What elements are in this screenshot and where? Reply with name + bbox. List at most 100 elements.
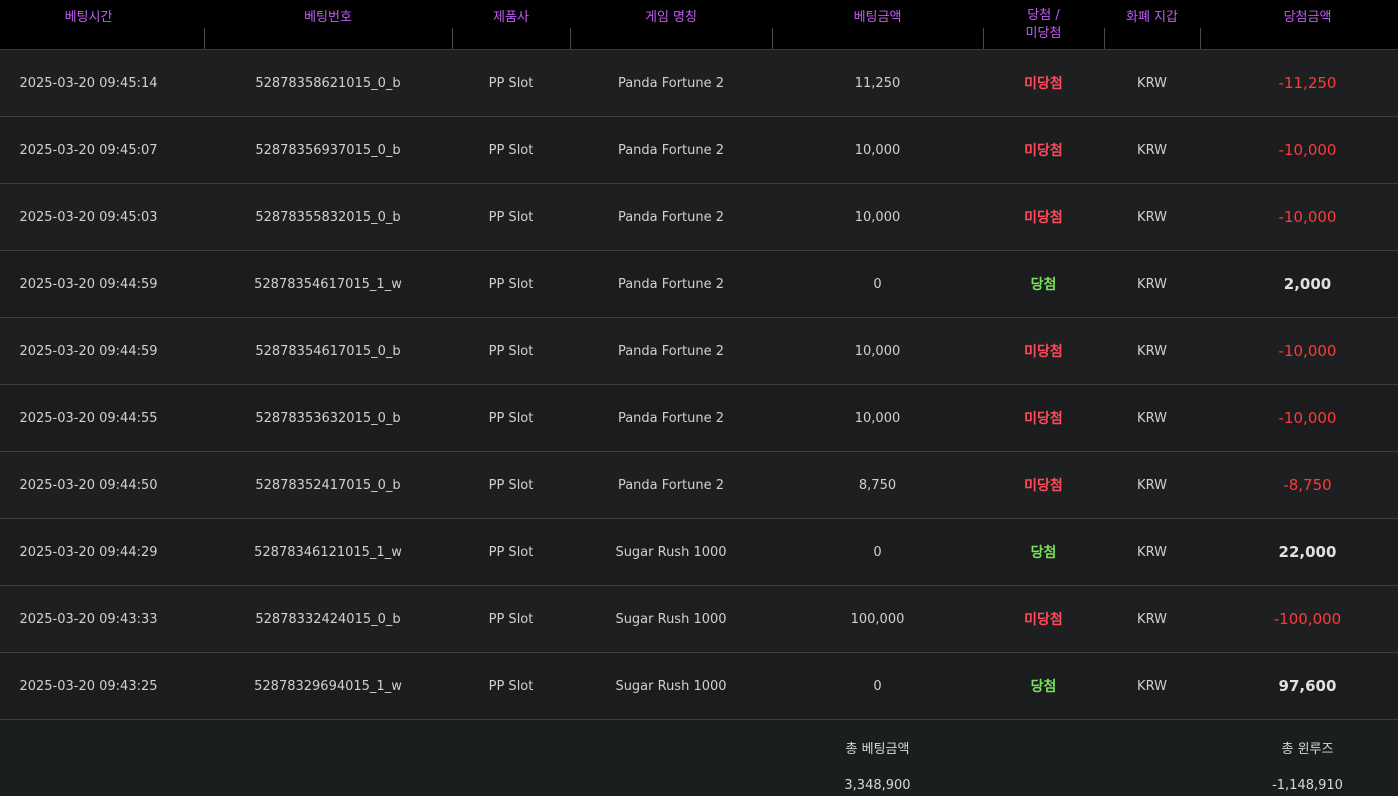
cell-currency: KRW bbox=[1137, 544, 1167, 560]
table-row[interactable]: 2025-03-20 09:45:14 52878358621015_0_b PP … bbox=[0, 50, 1398, 117]
cell-bet-amount: 100,000 bbox=[850, 611, 905, 627]
header-bet-time[interactable]: 베팅시간 bbox=[0, 0, 177, 49]
cell-result: 당첨 bbox=[1030, 545, 1057, 561]
cell-currency: KRW bbox=[1137, 611, 1167, 627]
cell-bet-time: 2025-03-20 09:45:14 bbox=[19, 75, 158, 91]
cell-bet-amount: 8,750 bbox=[858, 477, 897, 493]
cell-currency: KRW bbox=[1137, 75, 1167, 91]
cell-provider: PP Slot bbox=[488, 410, 534, 426]
cell-bet-number: 52878332424015_0_b bbox=[255, 611, 401, 627]
total-winloss-value: -1,148,910 bbox=[1272, 778, 1343, 793]
cell-provider: PP Slot bbox=[488, 276, 534, 292]
cell-game-name: Panda Fortune 2 bbox=[617, 343, 725, 359]
cell-bet-number: 52878354617015_0_b bbox=[255, 343, 401, 359]
cell-provider: PP Slot bbox=[488, 611, 534, 627]
header-win-amount[interactable]: 당첨금액 bbox=[1200, 0, 1398, 49]
table-footer: 총 베팅금액 3,348,900 총 윈루즈 -1,148,910 bbox=[0, 720, 1398, 796]
cell-result: 당첨 bbox=[1030, 679, 1057, 695]
cell-result: 미당첨 bbox=[1024, 76, 1063, 92]
cell-bet-number: 52878354617015_1_w bbox=[254, 276, 402, 292]
cell-currency: KRW bbox=[1137, 410, 1167, 426]
header-bet-amount[interactable]: 베팅금액 bbox=[772, 0, 983, 49]
cell-bet-time: 2025-03-20 09:43:33 bbox=[19, 611, 158, 627]
cell-game-name: Panda Fortune 2 bbox=[617, 142, 725, 158]
cell-bet-time: 2025-03-20 09:44:59 bbox=[19, 343, 158, 359]
cell-currency: KRW bbox=[1137, 276, 1167, 292]
cell-currency: KRW bbox=[1137, 142, 1167, 158]
cell-win-amount: -11,250 bbox=[1278, 74, 1337, 92]
cell-game-name: Panda Fortune 2 bbox=[617, 477, 725, 493]
header-game-name[interactable]: 게임 명칭 bbox=[570, 0, 772, 49]
cell-currency: KRW bbox=[1137, 477, 1167, 493]
cell-result: 당첨 bbox=[1030, 277, 1057, 293]
cell-bet-number: 52878356937015_0_b bbox=[255, 142, 401, 158]
cell-bet-number: 52878358621015_0_b bbox=[255, 75, 401, 91]
cell-win-amount: -8,750 bbox=[1283, 476, 1332, 494]
cell-bet-time: 2025-03-20 09:44:55 bbox=[19, 410, 158, 426]
cell-currency: KRW bbox=[1137, 209, 1167, 225]
cell-win-amount: -10,000 bbox=[1278, 208, 1337, 226]
table-row[interactable]: 2025-03-20 09:44:59 52878354617015_0_b PP … bbox=[0, 318, 1398, 385]
cell-currency: KRW bbox=[1137, 343, 1167, 359]
total-bet-value: 3,348,900 bbox=[844, 778, 911, 793]
cell-provider: PP Slot bbox=[488, 343, 534, 359]
header-result-line1: 당첨 / bbox=[1027, 7, 1060, 23]
cell-result: 미당첨 bbox=[1024, 411, 1063, 427]
cell-provider: PP Slot bbox=[488, 209, 534, 225]
header-result-line2: 미당첨 bbox=[1025, 25, 1062, 41]
cell-win-amount: 2,000 bbox=[1283, 275, 1332, 293]
cell-win-amount: -10,000 bbox=[1278, 409, 1337, 427]
table-header: 베팅시간 베팅번호 제품사 게임 명칭 베팅금액 당첨 / 미당첨 화폐 지갑 … bbox=[0, 0, 1398, 50]
header-result[interactable]: 당첨 / 미당첨 bbox=[983, 0, 1104, 49]
cell-bet-amount: 0 bbox=[873, 678, 882, 694]
cell-bet-time: 2025-03-20 09:44:50 bbox=[19, 477, 158, 493]
cell-provider: PP Slot bbox=[488, 477, 534, 493]
cell-bet-amount: 10,000 bbox=[854, 209, 901, 225]
header-provider[interactable]: 제품사 bbox=[452, 0, 570, 49]
table-row[interactable]: 2025-03-20 09:44:55 52878353632015_0_b PP … bbox=[0, 385, 1398, 452]
cell-bet-time: 2025-03-20 09:45:03 bbox=[19, 209, 158, 225]
cell-provider: PP Slot bbox=[488, 142, 534, 158]
header-currency-wallet[interactable]: 화폐 지갑 bbox=[1104, 0, 1200, 49]
cell-bet-number: 52878355832015_0_b bbox=[255, 209, 401, 225]
table-row[interactable]: 2025-03-20 09:45:03 52878355832015_0_b PP … bbox=[0, 184, 1398, 251]
cell-bet-amount: 10,000 bbox=[854, 410, 901, 426]
cell-bet-number: 52878329694015_1_w bbox=[254, 678, 402, 694]
cell-bet-number: 52878353632015_0_b bbox=[255, 410, 401, 426]
table-row[interactable]: 2025-03-20 09:43:25 52878329694015_1_w PP … bbox=[0, 653, 1398, 720]
cell-game-name: Panda Fortune 2 bbox=[617, 75, 725, 91]
cell-bet-amount: 11,250 bbox=[854, 75, 901, 91]
cell-bet-time: 2025-03-20 09:45:07 bbox=[19, 142, 158, 158]
cell-bet-amount: 10,000 bbox=[854, 142, 901, 158]
cell-game-name: Panda Fortune 2 bbox=[617, 209, 725, 225]
total-bet-label: 총 베팅금액 bbox=[845, 742, 910, 757]
cell-game-name: Sugar Rush 1000 bbox=[615, 678, 727, 694]
cell-win-amount: -10,000 bbox=[1278, 141, 1337, 159]
cell-win-amount: 97,600 bbox=[1278, 677, 1337, 695]
cell-provider: PP Slot bbox=[488, 75, 534, 91]
cell-provider: PP Slot bbox=[488, 678, 534, 694]
cell-result: 미당첨 bbox=[1024, 478, 1063, 494]
header-bet-number[interactable]: 베팅번호 bbox=[204, 0, 452, 49]
cell-result: 미당첨 bbox=[1024, 612, 1063, 628]
table-row[interactable]: 2025-03-20 09:44:29 52878346121015_1_w PP … bbox=[0, 519, 1398, 586]
cell-win-amount: 22,000 bbox=[1278, 543, 1337, 561]
cell-result: 미당첨 bbox=[1024, 344, 1063, 360]
table-row[interactable]: 2025-03-20 09:43:33 52878332424015_0_b PP … bbox=[0, 586, 1398, 653]
cell-currency: KRW bbox=[1137, 678, 1167, 694]
cell-bet-time: 2025-03-20 09:44:29 bbox=[19, 544, 158, 560]
cell-game-name: Sugar Rush 1000 bbox=[615, 611, 727, 627]
cell-provider: PP Slot bbox=[488, 544, 534, 560]
cell-win-amount: -100,000 bbox=[1273, 610, 1342, 628]
table-row[interactable]: 2025-03-20 09:44:50 52878352417015_0_b PP … bbox=[0, 452, 1398, 519]
cell-game-name: Panda Fortune 2 bbox=[617, 276, 725, 292]
cell-win-amount: -10,000 bbox=[1278, 342, 1337, 360]
cell-game-name: Sugar Rush 1000 bbox=[615, 544, 727, 560]
cell-bet-amount: 10,000 bbox=[854, 343, 901, 359]
cell-bet-amount: 0 bbox=[873, 276, 882, 292]
table-row[interactable]: 2025-03-20 09:44:59 52878354617015_1_w PP … bbox=[0, 251, 1398, 318]
cell-result: 미당첨 bbox=[1024, 210, 1063, 226]
cell-game-name: Panda Fortune 2 bbox=[617, 410, 725, 426]
table-row[interactable]: 2025-03-20 09:45:07 52878356937015_0_b PP … bbox=[0, 117, 1398, 184]
cell-bet-number: 52878346121015_1_w bbox=[254, 544, 402, 560]
